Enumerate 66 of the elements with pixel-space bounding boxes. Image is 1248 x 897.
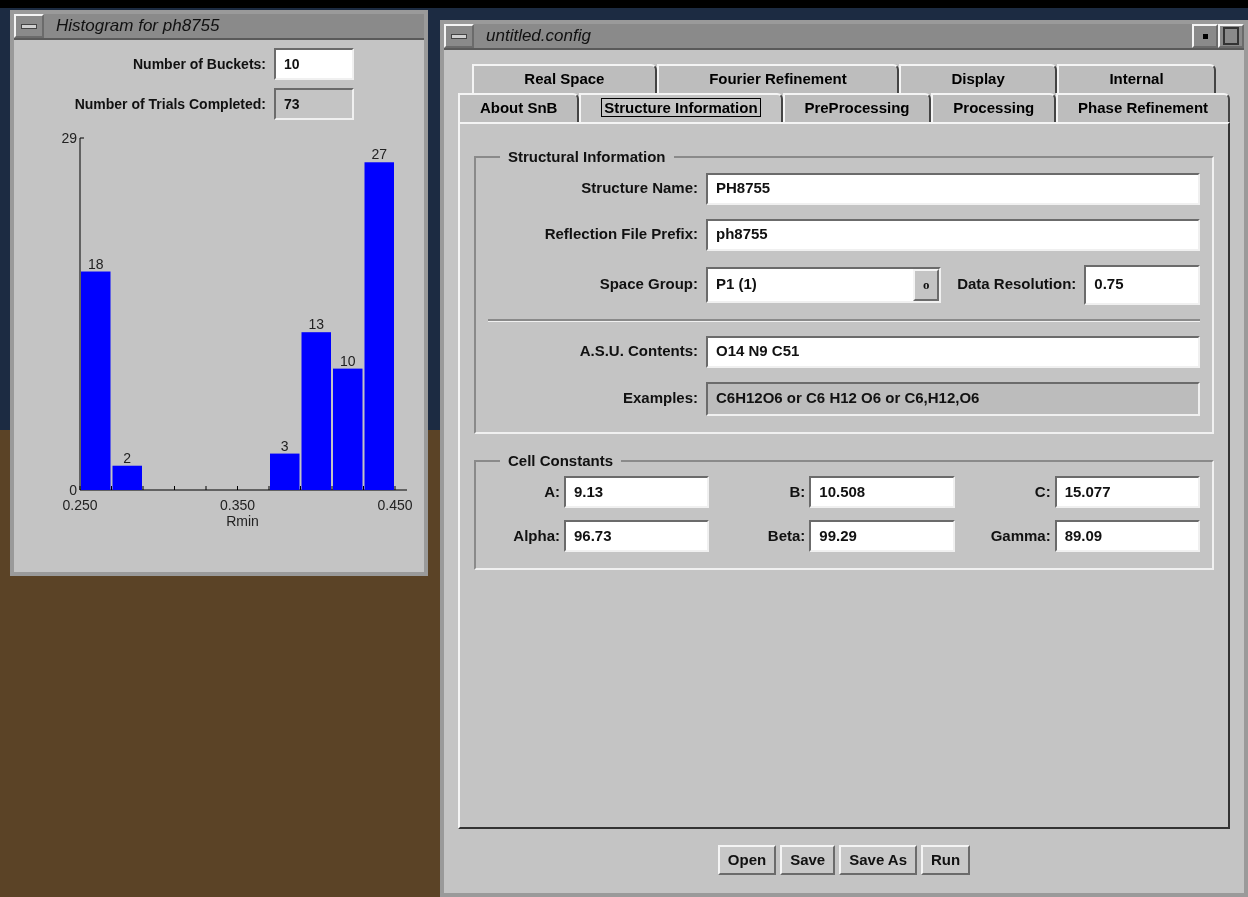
window-menu-button[interactable] bbox=[14, 14, 44, 38]
bar-value-label: 13 bbox=[308, 316, 325, 333]
bar-value-label: 2 bbox=[123, 449, 132, 466]
field-label: Structure Name: bbox=[580, 178, 698, 199]
read-only-field: 73 bbox=[274, 88, 354, 120]
input-field[interactable]: 0.75 bbox=[1084, 264, 1200, 305]
bar-value-label: 27 bbox=[371, 146, 388, 163]
input-field[interactable]: 99.29 bbox=[809, 520, 955, 552]
input-field[interactable]: ph8755 bbox=[706, 218, 1200, 251]
x-axis-label: Rmin bbox=[226, 513, 259, 529]
tab[interactable]: Fourier Refinement bbox=[656, 64, 899, 93]
action-button[interactable]: Run bbox=[921, 845, 971, 875]
tab[interactable]: Display bbox=[899, 64, 1058, 93]
dropdown[interactable]: P1 (1) o bbox=[706, 266, 942, 303]
field-label: A.S.U. Contents: bbox=[578, 341, 698, 362]
input-field[interactable]: 89.09 bbox=[1054, 520, 1200, 552]
field-label: Alpha: bbox=[512, 525, 560, 546]
examples-text: C6H12O6 or C6 H12 O6 or C6,H12,O6 bbox=[706, 381, 1200, 416]
tab[interactable]: About SnB bbox=[458, 93, 580, 122]
x-tick-label: 0.450 bbox=[377, 497, 413, 513]
action-button[interactable]: Save bbox=[780, 845, 836, 875]
bar-value-label: 10 bbox=[339, 352, 356, 369]
field-label: Examples: bbox=[621, 388, 698, 409]
maximize-button[interactable] bbox=[1218, 24, 1244, 48]
minus-icon bbox=[21, 23, 37, 29]
input-field[interactable]: O14 N9 C51 bbox=[706, 335, 1200, 368]
action-button[interactable]: Open bbox=[717, 845, 777, 875]
group-title: Structural Information bbox=[507, 147, 667, 167]
field-label: A: bbox=[543, 481, 560, 502]
dropdown-button[interactable]: o bbox=[913, 268, 940, 301]
input-field[interactable]: 10.508 bbox=[809, 476, 955, 508]
y-tick-label: 29 bbox=[61, 130, 77, 146]
field-label: Number of Trials Completed: bbox=[74, 94, 266, 114]
field-label: Gamma: bbox=[989, 525, 1051, 546]
window-title: Histogram for ph8755 bbox=[56, 15, 220, 38]
action-button[interactable]: Save As bbox=[839, 845, 917, 875]
field-label: Reflection File Prefix: bbox=[543, 224, 698, 245]
field-label: Beta: bbox=[766, 525, 806, 546]
input-field[interactable]: 15.077 bbox=[1054, 476, 1200, 508]
minimize-button[interactable] bbox=[1192, 24, 1218, 48]
bar-value-label: 18 bbox=[87, 255, 104, 272]
square-icon bbox=[1223, 27, 1239, 45]
input-field[interactable]: 10 bbox=[274, 48, 354, 80]
field-label: B: bbox=[788, 481, 806, 502]
tab[interactable]: Real Space bbox=[472, 64, 657, 93]
group-title: Cell Constants bbox=[507, 450, 614, 471]
tab[interactable]: PreProcessing bbox=[782, 93, 932, 122]
tab[interactable]: Internal bbox=[1057, 64, 1216, 93]
dropdown-value: P1 (1) bbox=[708, 268, 914, 301]
field-label: Space Group: bbox=[598, 274, 698, 295]
input-field[interactable]: PH8755 bbox=[706, 172, 1200, 205]
input-field[interactable]: 9.13 bbox=[564, 476, 710, 508]
minus-icon bbox=[451, 33, 467, 39]
field-label: Number of Buckets: bbox=[132, 54, 266, 74]
tab[interactable]: Processing bbox=[931, 93, 1057, 122]
tab[interactable]: Structure Information bbox=[579, 93, 783, 122]
field-label: Data Resolution: bbox=[957, 274, 1077, 295]
input-field[interactable]: 96.73 bbox=[564, 520, 710, 552]
x-tick-label: 0.250 bbox=[62, 497, 98, 513]
x-tick-label: 0.350 bbox=[220, 497, 255, 513]
window-menu-button[interactable] bbox=[444, 24, 474, 48]
y-tick-label: 0 bbox=[69, 482, 77, 498]
tab[interactable]: Phase Refinement bbox=[1056, 93, 1231, 122]
window-title: untitled.config bbox=[486, 25, 591, 48]
bar-value-label: 3 bbox=[280, 437, 289, 454]
field-label: C: bbox=[1033, 481, 1051, 502]
